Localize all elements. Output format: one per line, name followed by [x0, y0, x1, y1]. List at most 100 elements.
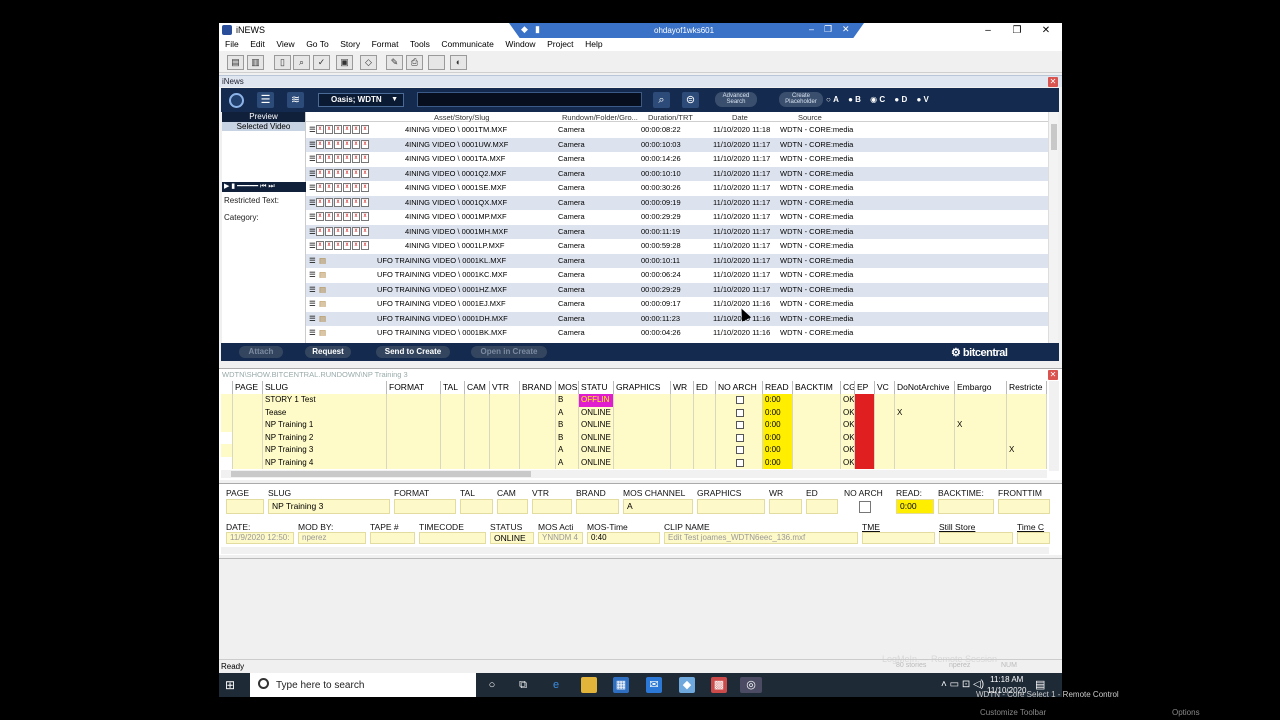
check-icon[interactable]: ✓ [313, 55, 330, 70]
rundown-cell-empty[interactable] [520, 456, 556, 469]
brand-field[interactable] [576, 499, 619, 514]
rundown-cell-restrict[interactable] [1007, 406, 1047, 419]
tray-icons[interactable]: ˄ ▭ ⊡ ◁) [941, 679, 984, 690]
options-label[interactable]: Options [1172, 708, 1200, 717]
rundown-cell-embargo[interactable] [955, 456, 1007, 469]
rundown-col-header[interactable]: WR [671, 381, 694, 394]
col-rundown[interactable]: Rundown/Folder/Gro... [562, 113, 638, 122]
rundown-cell-empty[interactable] [671, 406, 694, 419]
rundown-cell-empty[interactable] [441, 406, 465, 419]
row-marker[interactable] [221, 431, 233, 444]
lbl-time-c[interactable]: Time C [1017, 522, 1044, 532]
rundown-col-header[interactable]: STATU [579, 381, 614, 394]
rundown-cell-empty[interactable] [694, 444, 716, 457]
rundown-cell-empty[interactable] [694, 419, 716, 432]
asset-row[interactable]: ☰ ▤ UFO TRAINING VIDEO \ 0001BK.MXF Camera 0… [306, 326, 1048, 341]
pin-icon[interactable]: ◆ [521, 24, 528, 35]
maximize-button[interactable]: ❐ [1002, 23, 1032, 38]
server-dropdown[interactable]: Oasis; WDTN ▼ [318, 93, 404, 107]
row-marker[interactable] [221, 406, 233, 419]
rundown-cell-read[interactable]: 0:00 [763, 406, 793, 419]
rundown-cell-empty[interactable] [233, 419, 263, 432]
asset-row[interactable]: ☰ ▤ UFO TRAINING VIDEO \ 0001HZ.MXF Camera 0… [306, 282, 1048, 297]
send-to-create-button[interactable]: Send to Create [376, 346, 450, 358]
rundown-cell-empty[interactable] [875, 394, 895, 407]
asset-flag-boxes[interactable]: xxxxxx [316, 125, 381, 134]
find-icon[interactable]: ⌕ [293, 55, 310, 70]
rundown-cell-empty[interactable] [793, 456, 841, 469]
rundown-cell-empty[interactable] [875, 406, 895, 419]
rundown-cell-read[interactable]: 0:00 [763, 419, 793, 432]
rundown-cell-noarch[interactable] [716, 406, 763, 419]
rundown-cell-dna[interactable] [895, 419, 955, 432]
rundown-cell-empty[interactable] [694, 456, 716, 469]
col-asset[interactable]: Asset/Story/Slug [434, 113, 489, 122]
rundown-cell-empty[interactable] [490, 456, 520, 469]
rundown-cell-empty[interactable] [233, 394, 263, 407]
asset-flag-boxes[interactable]: xxxxxx [316, 241, 381, 250]
rundown-cell-empty[interactable] [233, 431, 263, 444]
attach-button[interactable]: Attach [239, 346, 283, 358]
rundown-cell-noarch[interactable] [716, 431, 763, 444]
rundown-col-header[interactable]: PAGE [233, 381, 263, 394]
no-arch-checkbox[interactable] [735, 458, 744, 467]
radio-b[interactable]: ● B [848, 95, 861, 104]
rundown-cell-slug[interactable]: NP Training 3 [263, 444, 387, 457]
search-icon[interactable]: ⌕ [653, 92, 670, 108]
rundown-cell-empty[interactable] [465, 394, 490, 407]
cortana-icon[interactable]: ○ [484, 677, 500, 693]
rundown-cell-empty[interactable] [671, 444, 694, 457]
rundown-cell-ep[interactable] [855, 394, 875, 407]
rundown-cell-empty[interactable] [387, 431, 441, 444]
still-store-field[interactable] [939, 532, 1013, 544]
document-icon[interactable]: ▯ [274, 55, 291, 70]
format-field[interactable] [394, 499, 456, 514]
rundown-cell-empty[interactable] [614, 394, 671, 407]
rundown-cell-status[interactable]: OFFLIN [579, 394, 614, 407]
customize-toolbar-label[interactable]: Customize Toolbar [980, 708, 1046, 717]
asset-menu-icon[interactable]: ☰ [309, 297, 316, 312]
rundown-col-header[interactable]: CG [841, 381, 855, 394]
close-rundown-icon[interactable]: ✕ [1048, 370, 1058, 380]
rundown-cell-empty[interactable] [387, 456, 441, 469]
menu-edit[interactable]: Edit [250, 38, 265, 51]
rundown-cell-restrict[interactable] [1007, 456, 1047, 469]
rundown-cell-empty[interactable] [490, 431, 520, 444]
asset-row[interactable]: ☰ ▤ UFO TRAINING VIDEO \ 0001KL.MXF Camera 0… [306, 253, 1048, 268]
asset-menu-icon[interactable]: ☰ [309, 312, 316, 327]
rundown-cell-embargo[interactable] [955, 444, 1007, 457]
rundown-col-header[interactable]: GRAPHICS [614, 381, 671, 394]
rundown-cell-noarch[interactable] [716, 419, 763, 432]
fronttime-field[interactable] [998, 499, 1050, 514]
rundown-cell-status[interactable]: ONLINE [579, 406, 614, 419]
pencil-icon[interactable]: ✎ [386, 55, 403, 70]
rundown-cell-empty[interactable] [490, 444, 520, 457]
timecode-field[interactable] [419, 532, 486, 544]
rundown-cell-empty[interactable] [387, 444, 441, 457]
asset-flag-boxes[interactable]: xxxxxx [316, 154, 381, 163]
rundown-cell-empty[interactable] [490, 406, 520, 419]
asset-menu-icon[interactable]: ☰ [309, 268, 316, 283]
rundown-cell-embargo[interactable] [955, 431, 1007, 444]
rundown-col-header[interactable]: VTR [490, 381, 520, 394]
asset-row[interactable]: ☰ x x x x x x 4INING VIDEO \ 0001MH.MXF Camera 00… [306, 224, 1048, 239]
lbl-tme[interactable]: TME [862, 522, 880, 532]
menu-story[interactable]: Story [340, 38, 360, 51]
col-duration[interactable]: Duration/TRT [648, 113, 693, 122]
rundown-cell-noarch[interactable] [716, 394, 763, 407]
rundown-cell-empty[interactable] [694, 406, 716, 419]
no-arch-checkbox[interactable] [735, 433, 744, 442]
rundown-col-header[interactable]: FORMAT [387, 381, 441, 394]
video-player-controls[interactable]: ▶ ▮ ━━━━━ ⏮ ⏭ [222, 182, 306, 192]
rundown-col-header[interactable]: Embargo [955, 381, 1007, 394]
rundown-col-header[interactable]: READ [763, 381, 793, 394]
rundown-cell-empty[interactable] [441, 394, 465, 407]
minimize-button[interactable]: – [973, 23, 1003, 38]
rundown-cell-dna[interactable] [895, 456, 955, 469]
mos-channel-field[interactable]: A [623, 499, 693, 514]
rundown-cell-mos[interactable]: B [556, 394, 579, 407]
rundown-cell-empty[interactable] [233, 444, 263, 457]
asset-menu-icon[interactable]: ☰ [309, 123, 316, 138]
remote-session-bar[interactable]: ◆ ▮ ohdayof1wks601 – ❐ ✕ [509, 23, 864, 38]
save-icon[interactable]: ▣ [336, 55, 353, 70]
